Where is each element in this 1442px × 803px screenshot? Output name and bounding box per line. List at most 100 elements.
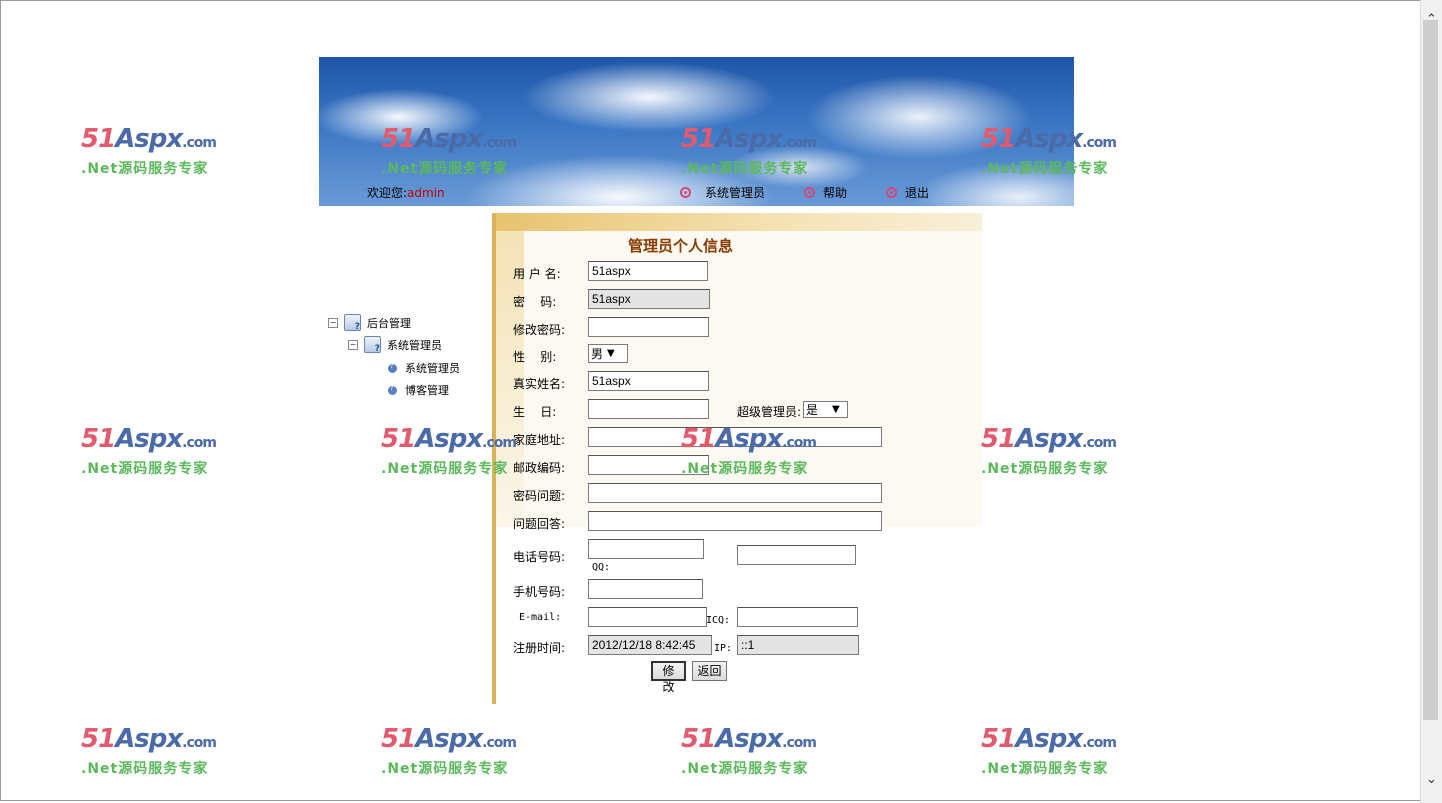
bullet-icon <box>680 187 691 198</box>
watermark-logo-text: 51Aspx.com <box>81 724 217 754</box>
help-folder-icon <box>344 314 361 332</box>
watermark-logo-text: 51Aspx.com <box>381 124 517 154</box>
nav-system-admin[interactable]: 系统管理员 <box>680 184 765 201</box>
nav-help-label[interactable]: 帮助 <box>823 184 847 201</box>
tree-leaf-admin[interactable]: 系统管理员 <box>388 360 460 376</box>
welcome-prefix: 欢迎您: <box>367 186 408 200</box>
regtime-input[interactable]: 2012/12/18 8:42:45 <box>588 635 712 655</box>
watermark-tagline: .Net源码服务专家 <box>81 161 209 177</box>
help-folder-icon <box>364 336 381 354</box>
watermark-logo: 51Aspx.com .Net源码服务专家 <box>681 724 821 780</box>
username-label: 用 户 名: <box>513 267 561 281</box>
mobile-input[interactable] <box>588 579 703 599</box>
watermark-tagline: .Net源码服务专家 <box>381 461 509 477</box>
watermark-logo-text: 51Aspx.com <box>381 724 517 754</box>
gender-value: 男 <box>591 347 604 361</box>
watermark-logo: 51Aspx.com .Net源码服务专家 <box>681 124 821 180</box>
new-password-label: 修改密码: <box>513 323 566 337</box>
watermark-logo-text: 51Aspx.com <box>681 724 817 754</box>
ip-label: IP: <box>714 643 733 654</box>
nav-help[interactable]: 帮助 <box>804 184 847 201</box>
watermark-logo: 51Aspx.com .Net源码服务专家 <box>981 424 1121 480</box>
tree-leaf-blog[interactable]: 博客管理 <box>388 382 449 398</box>
qq-label: QQ: <box>592 562 611 573</box>
watermark-tagline: .Net源码服务专家 <box>381 161 509 177</box>
tree-leaf-label[interactable]: 博客管理 <box>405 382 449 398</box>
scroll-down-icon[interactable]: ⌄ <box>1421 770 1442 790</box>
watermark-logo: 51Aspx.com .Net源码服务专家 <box>81 124 221 180</box>
watermark-logo-text: 51Aspx.com <box>381 424 517 454</box>
answer-input[interactable] <box>588 511 882 531</box>
nav-logout-label[interactable]: 退出 <box>905 184 929 201</box>
modify-button[interactable]: 修改 <box>651 661 686 694</box>
vertical-scrollbar[interactable]: ⌃ ⌄ <box>1420 0 1442 803</box>
back-button[interactable]: 返回 <box>692 661 727 681</box>
watermark-tagline: .Net源码服务专家 <box>981 761 1109 777</box>
question-label: 密码问题: <box>513 489 566 503</box>
gender-select[interactable]: 男 ▼ <box>588 344 628 363</box>
watermark-logo: 51Aspx.com .Net源码服务专家 <box>381 724 521 780</box>
collapse-icon[interactable]: − <box>348 339 358 350</box>
watermark-logo: 51Aspx.com .Net源码服务专家 <box>981 724 1121 780</box>
username-input[interactable]: 51aspx <box>588 261 708 281</box>
tree-node-root[interactable]: − 后台管理 <box>328 314 411 332</box>
answer-label: 问题回答: <box>513 517 566 531</box>
scroll-thumb[interactable] <box>1423 20 1438 720</box>
icq-label: ICQ: <box>706 615 731 626</box>
icq-input[interactable] <box>737 607 858 627</box>
ip-input[interactable]: ::1 <box>737 635 859 655</box>
watermark-logo-text: 51Aspx.com <box>681 124 817 154</box>
watermark-tagline: .Net源码服务专家 <box>81 761 209 777</box>
super-admin-select[interactable]: 是 ▼ <box>803 401 848 418</box>
realname-label: 真实姓名: <box>513 377 566 391</box>
question-input[interactable] <box>588 483 882 503</box>
birthday-label: 生 日: <box>513 405 557 419</box>
watermark-logo: 51Aspx.com .Net源码服务专家 <box>381 124 521 180</box>
help-icon <box>388 384 397 395</box>
tree-node-admin[interactable]: − 系统管理员 <box>348 336 442 354</box>
email-input[interactable] <box>588 607 707 627</box>
chevron-down-icon: ▼ <box>832 404 840 415</box>
watermark-logo-text: 51Aspx.com <box>981 424 1117 454</box>
watermark-logo: 51Aspx.com .Net源码服务专家 <box>81 724 221 780</box>
gender-label: 性 别: <box>513 350 557 364</box>
panel-top-decoration <box>496 213 982 231</box>
tree-leaf-label[interactable]: 系统管理员 <box>405 360 460 376</box>
watermark-tagline: .Net源码服务专家 <box>381 761 509 777</box>
watermark-logo-text: 51Aspx.com <box>681 424 817 454</box>
help-icon <box>388 362 397 373</box>
watermark-tagline: .Net源码服务专家 <box>981 161 1109 177</box>
tree-child-label[interactable]: 系统管理员 <box>387 337 442 353</box>
qq-input[interactable] <box>737 545 856 565</box>
password-label: 密 码: <box>513 295 557 309</box>
password-input[interactable]: 51aspx <box>588 289 710 309</box>
phone-input[interactable] <box>588 539 704 559</box>
watermark-logo: 51Aspx.com .Net源码服务专家 <box>381 424 521 480</box>
collapse-icon[interactable]: − <box>328 317 338 328</box>
super-admin-label: 超级管理员: <box>737 405 802 419</box>
watermark-logo-text: 51Aspx.com <box>81 424 217 454</box>
bullet-icon <box>804 187 815 198</box>
regtime-label: 注册时间: <box>513 641 566 655</box>
birthday-input[interactable] <box>588 399 709 419</box>
nav-logout[interactable]: 退出 <box>886 184 929 201</box>
realname-input[interactable]: 51aspx <box>588 371 709 391</box>
mobile-label: 手机号码: <box>513 585 566 599</box>
welcome-text: 欢迎您:admin <box>367 184 445 201</box>
phone-label: 电话号码: <box>513 550 566 564</box>
bullet-icon <box>886 187 897 198</box>
watermark-tagline: .Net源码服务专家 <box>681 761 809 777</box>
watermark-tagline: .Net源码服务专家 <box>681 461 809 477</box>
watermark-logo: 51Aspx.com .Net源码服务专家 <box>981 124 1121 180</box>
tree-root-label[interactable]: 后台管理 <box>367 315 411 331</box>
welcome-username: admin <box>407 186 445 200</box>
email-label: E-mail: <box>519 612 562 623</box>
watermark-logo: 51Aspx.com .Net源码服务专家 <box>81 424 221 480</box>
watermark-tagline: .Net源码服务专家 <box>81 461 209 477</box>
super-admin-value: 是 <box>806 403 819 417</box>
new-password-input[interactable] <box>588 317 709 337</box>
watermark-logo-text: 51Aspx.com <box>981 724 1117 754</box>
watermark-logo-text: 51Aspx.com <box>981 124 1117 154</box>
nav-system-admin-label[interactable]: 系统管理员 <box>705 184 765 201</box>
watermark-logo-text: 51Aspx.com <box>81 124 217 154</box>
